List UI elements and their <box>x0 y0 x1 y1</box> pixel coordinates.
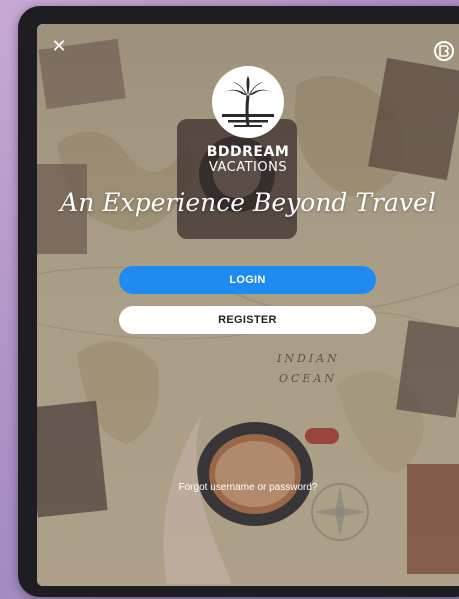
register-button[interactable]: REGISTER <box>119 306 376 334</box>
map-label-ocean: OCEAN <box>279 372 337 385</box>
map-label-indian: INDIAN <box>276 352 340 365</box>
brand-badge-glyph <box>439 45 449 57</box>
forgot-credentials-link[interactable]: Forgot username or password? <box>37 482 459 493</box>
brand-badge-icon[interactable] <box>434 41 454 61</box>
brand-logo: BDDREAM VACATIONS <box>37 66 459 175</box>
tagline: An Experience Beyond Travel <box>60 188 436 217</box>
login-screen: INDIAN OCEAN ✕ BDDREAM VACATIONS An Expe… <box>37 24 459 586</box>
palm-tree-logo-icon <box>212 66 284 138</box>
brand-name: BDDREAM <box>206 144 290 160</box>
close-icon[interactable]: ✕ <box>51 37 67 55</box>
login-button[interactable]: LOGIN <box>119 266 376 294</box>
brand-subtitle: VACATIONS <box>208 160 288 175</box>
